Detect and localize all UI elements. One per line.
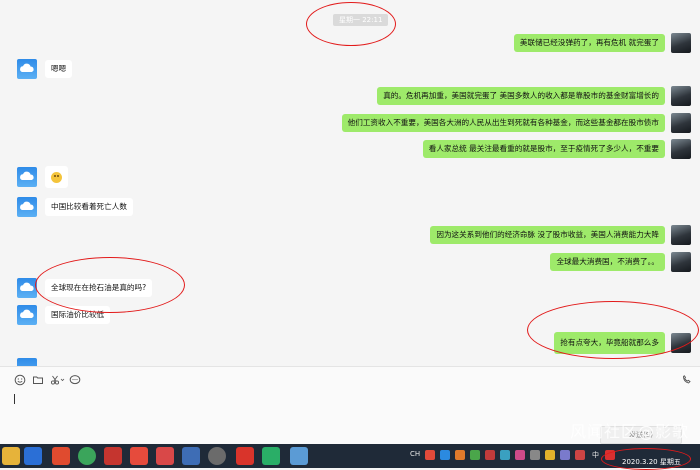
chat-history-pane[interactable]: 星期一 22:11 美联储已经没弹药了，再有危机 就完蛋了 嗯嗯 真的。危机再加… bbox=[0, 0, 700, 366]
message-bubble[interactable]: 看人家总统 最关注最看重的就是股市，至于疫情死了多少人，不重要 bbox=[422, 140, 665, 158]
tray-app-icon[interactable] bbox=[575, 450, 585, 460]
folder-icon[interactable] bbox=[32, 374, 44, 386]
message-row: 中国比较看着死亡人数 bbox=[17, 197, 133, 217]
app-icon[interactable] bbox=[104, 447, 122, 465]
message-bubble[interactable]: 嗯嗯 bbox=[45, 60, 73, 78]
cloud-icon bbox=[20, 282, 34, 291]
tray-app-icon[interactable] bbox=[455, 450, 465, 460]
message-bubble[interactable]: 中国比较看着死亡人数 bbox=[45, 198, 133, 216]
crying-laughing-emoji-icon bbox=[51, 171, 62, 183]
ime-indicator[interactable]: 中 bbox=[592, 450, 599, 460]
message-bubble[interactable]: 因为这关系到他们的经济命脉 没了股市收益，美国人消费能力大降 bbox=[430, 226, 665, 244]
tray-app-icon[interactable] bbox=[515, 450, 525, 460]
my-avatar[interactable] bbox=[671, 139, 691, 159]
contact-avatar[interactable] bbox=[17, 278, 37, 298]
app-icon[interactable] bbox=[182, 447, 200, 465]
annotation-ellipse bbox=[35, 257, 185, 313]
wps-icon[interactable] bbox=[236, 447, 254, 465]
message-row: 他们工资收入不重要，美国各大洲的人民从出生到死就有各种基金，而这些基金都在股市债… bbox=[341, 113, 691, 133]
message-row: 真的。危机再加重，美国就完蛋了 美国多数人的收入都是靠股市的基金财富增长的 bbox=[377, 86, 691, 106]
message-row: 全球最大消费国，不消费了。。 bbox=[550, 252, 691, 272]
chat-history-icon[interactable] bbox=[69, 374, 81, 386]
annotation-ellipse bbox=[527, 301, 699, 359]
message-row: 嗯嗯 bbox=[17, 59, 73, 79]
contact-avatar[interactable] bbox=[17, 305, 37, 325]
message-row: 美联储已经没弹药了，再有危机 就完蛋了 bbox=[513, 33, 691, 53]
cloud-icon bbox=[20, 63, 34, 72]
app-icon[interactable] bbox=[130, 447, 148, 465]
my-avatar[interactable] bbox=[671, 225, 691, 245]
contact-avatar[interactable] bbox=[17, 358, 37, 366]
input-toolbar bbox=[0, 366, 700, 393]
message-bubble[interactable]: 他们工资收入不重要，美国各大洲的人民从出生到死就有各种基金，而这些基金都在股市债… bbox=[341, 114, 665, 132]
app-icon[interactable] bbox=[156, 447, 174, 465]
message-row-partial bbox=[17, 358, 37, 366]
edge-browser-icon[interactable] bbox=[24, 447, 42, 465]
chrome-icon[interactable] bbox=[78, 447, 96, 465]
windows-taskbar: CH 中 2020.3.20 星期五 bbox=[0, 444, 700, 470]
app-icon[interactable] bbox=[290, 447, 308, 465]
cloud-icon bbox=[20, 309, 34, 318]
message-row: 因为这关系到他们的经济命脉 没了股市收益，美国人消费能力大降 bbox=[430, 225, 691, 245]
cloud-icon bbox=[20, 171, 34, 180]
watermark: 风闻社区@影歌 bbox=[570, 422, 690, 441]
annotation-ellipse bbox=[601, 448, 691, 470]
message-row: 看人家总统 最关注最看重的就是股市，至于疫情死了多少人，不重要 bbox=[422, 139, 691, 159]
input-language-indicator[interactable]: CH bbox=[410, 450, 420, 458]
annotation-ellipse bbox=[306, 2, 396, 46]
message-bubble[interactable]: 全球最大消费国，不消费了。。 bbox=[550, 253, 665, 271]
message-bubble[interactable]: 真的。危机再加重，美国就完蛋了 美国多数人的收入都是靠股市的基金财富增长的 bbox=[377, 87, 665, 105]
video-call-icon[interactable] bbox=[681, 374, 693, 386]
tray-app-icon[interactable] bbox=[440, 450, 450, 460]
scissors-icon[interactable] bbox=[50, 374, 66, 386]
app-icon[interactable] bbox=[208, 447, 226, 465]
contact-avatar[interactable] bbox=[17, 59, 37, 79]
start-app-icon[interactable] bbox=[2, 447, 20, 465]
message-bubble[interactable] bbox=[45, 166, 68, 188]
tray-app-icon[interactable] bbox=[500, 450, 510, 460]
message-bubble[interactable]: 美联储已经没弹药了，再有危机 就完蛋了 bbox=[513, 34, 665, 52]
tray-app-icon[interactable] bbox=[425, 450, 435, 460]
contact-avatar[interactable] bbox=[17, 197, 37, 217]
contact-avatar[interactable] bbox=[17, 167, 37, 187]
media-player-icon[interactable] bbox=[52, 447, 70, 465]
my-avatar[interactable] bbox=[671, 113, 691, 133]
my-avatar[interactable] bbox=[671, 86, 691, 106]
my-avatar[interactable] bbox=[671, 252, 691, 272]
text-cursor bbox=[14, 394, 15, 404]
my-avatar[interactable] bbox=[671, 33, 691, 53]
emoji-icon[interactable] bbox=[14, 374, 26, 386]
tray-app-icon[interactable] bbox=[530, 450, 540, 460]
wechat-icon[interactable] bbox=[262, 447, 280, 465]
tray-app-icon[interactable] bbox=[545, 450, 555, 460]
message-row bbox=[17, 166, 68, 188]
cloud-icon bbox=[20, 201, 34, 210]
tray-app-icon[interactable] bbox=[485, 450, 495, 460]
tray-app-icon[interactable] bbox=[560, 450, 570, 460]
tray-app-icon[interactable] bbox=[470, 450, 480, 460]
